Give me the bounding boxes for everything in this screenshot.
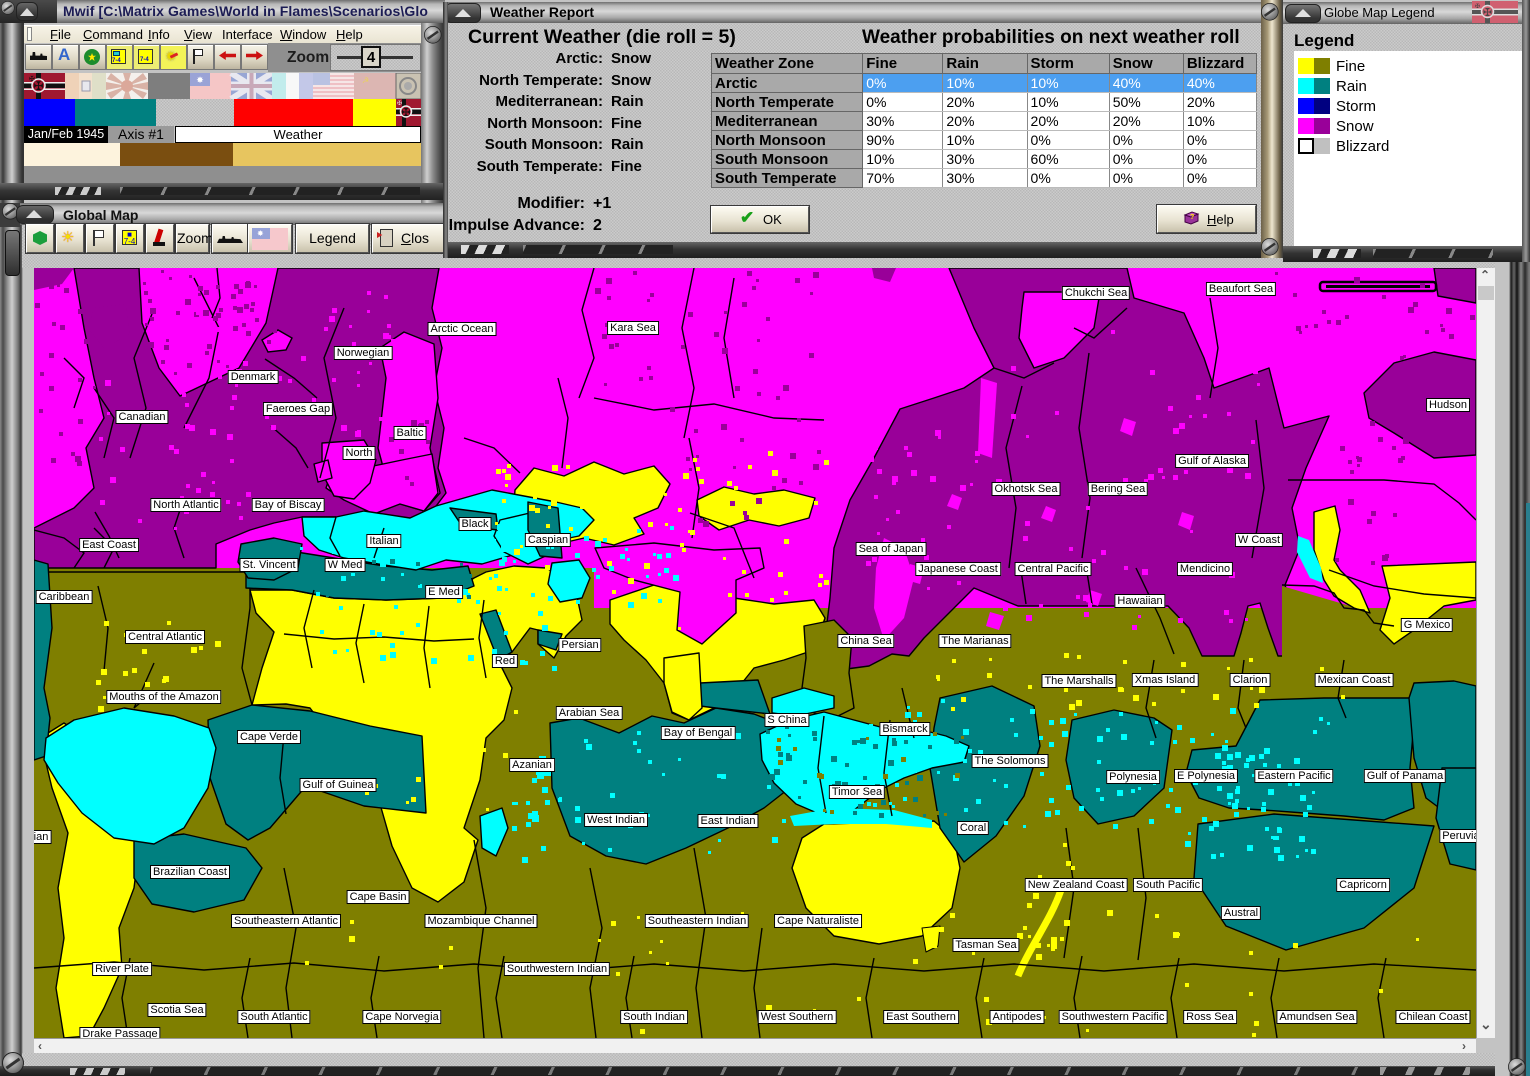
svg-text:✸: ✸ xyxy=(196,75,204,85)
svg-text:✠: ✠ xyxy=(1483,7,1492,19)
svg-text:?: ? xyxy=(1190,214,1194,221)
svg-text:✠: ✠ xyxy=(33,79,43,93)
svg-text:✠: ✠ xyxy=(401,107,410,119)
svg-text:✠: ✠ xyxy=(29,75,35,83)
svg-text:✠: ✠ xyxy=(1475,3,1480,10)
svg-text:☭: ☭ xyxy=(362,76,369,85)
svg-text:✠: ✠ xyxy=(397,100,402,107)
